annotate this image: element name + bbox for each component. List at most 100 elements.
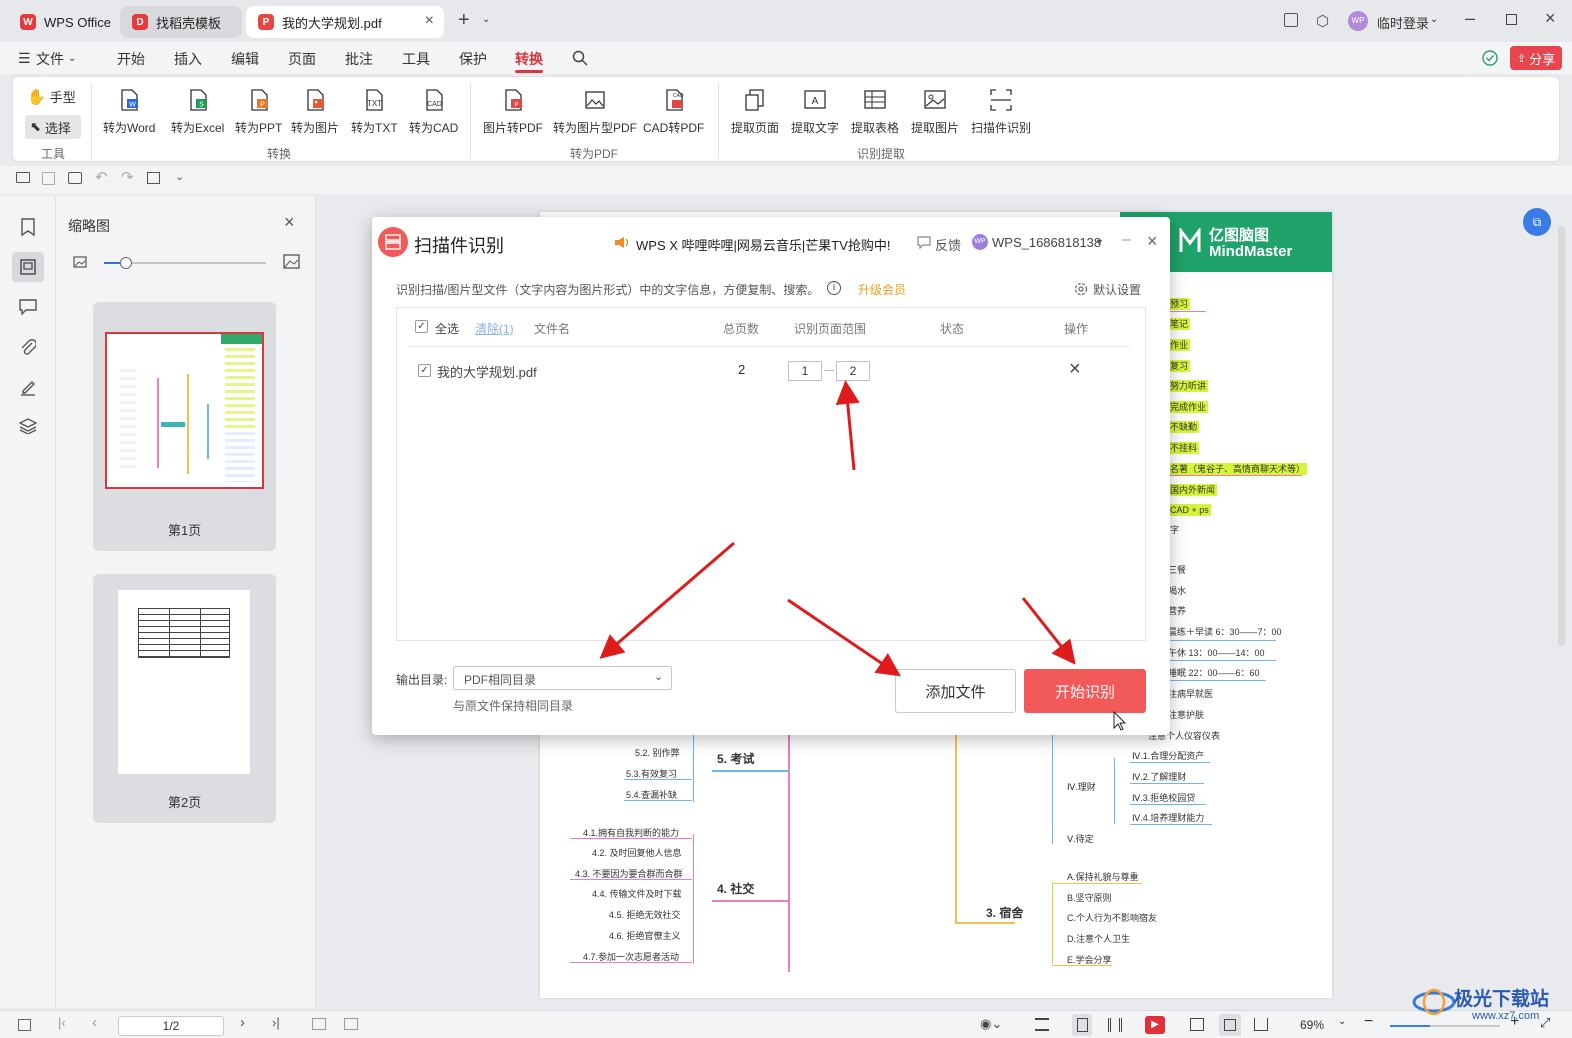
- signature-icon[interactable]: [20, 378, 36, 396]
- zoom-slider-handle[interactable]: [120, 257, 132, 269]
- extract-text-button[interactable]: A 提取文字: [791, 87, 839, 136]
- crop-icon[interactable]: [1254, 1018, 1268, 1031]
- menu-file[interactable]: 文件: [36, 49, 64, 69]
- thumbnail-page-2[interactable]: 第2页: [93, 574, 276, 823]
- share-button[interactable]: ⇪ 分享: [1510, 46, 1562, 70]
- info-icon[interactable]: i: [827, 281, 841, 295]
- extract-table-button[interactable]: 提取表格: [851, 87, 899, 136]
- user-name[interactable]: WPS_1686818138: [992, 235, 1101, 250]
- login-label[interactable]: 临时登录: [1377, 13, 1429, 32]
- vertical-scrollbar[interactable]: [1558, 226, 1565, 646]
- zoom-out-icon[interactable]: −: [1364, 1013, 1373, 1031]
- last-page-icon[interactable]: ›|: [272, 1015, 280, 1030]
- sidebar-layout-icon[interactable]: [1284, 13, 1298, 27]
- translate-float-icon[interactable]: ⧉: [1523, 208, 1551, 236]
- feedback-link[interactable]: 反馈: [935, 235, 961, 254]
- open-folder-icon[interactable]: [16, 172, 30, 183]
- search-icon[interactable]: [572, 50, 588, 66]
- to-ppt-button[interactable]: P 转为PPT: [235, 87, 282, 136]
- chevron-down-icon[interactable]: ⌄: [482, 14, 490, 25]
- sidebar-toggle-icon[interactable]: [18, 1019, 31, 1031]
- forward-icon[interactable]: [344, 1018, 358, 1030]
- menu-annotate[interactable]: 批注: [345, 49, 373, 69]
- chevron-down-icon[interactable]: ⌄: [175, 170, 184, 183]
- scan-recognition-button[interactable]: 扫描件识别: [971, 87, 1031, 136]
- eye-icon[interactable]: ◉⌄: [980, 1016, 1002, 1032]
- to-cad-button[interactable]: CAD 转为CAD: [409, 87, 458, 136]
- menu-protect[interactable]: 保护: [459, 49, 487, 69]
- comment-icon[interactable]: [19, 299, 37, 315]
- promo-banner[interactable]: WPS X 哔哩哔哩|网易云音乐|芒果TV抢购中!: [636, 235, 890, 254]
- clear-link[interactable]: 清除(1): [475, 320, 514, 337]
- format-icon[interactable]: [147, 172, 160, 184]
- hand-tool-button[interactable]: ✋ 手型: [27, 87, 76, 106]
- first-page-icon[interactable]: |‹: [58, 1015, 66, 1030]
- two-page-icon[interactable]: [1108, 1018, 1122, 1032]
- minimize-dialog-icon[interactable]: –: [1122, 231, 1131, 249]
- large-image-icon[interactable]: [283, 254, 300, 269]
- fit-width-icon[interactable]: [1035, 1018, 1049, 1031]
- minimize-icon[interactable]: –: [1465, 8, 1475, 29]
- extract-image-button[interactable]: 提取图片: [911, 87, 959, 136]
- tab-wps-office[interactable]: W WPS Office: [8, 6, 114, 38]
- remove-row-icon[interactable]: ×: [1069, 358, 1081, 381]
- cloud-sync-icon[interactable]: [1481, 49, 1499, 67]
- close-window-icon[interactable]: ×: [1545, 8, 1556, 29]
- close-tab-icon[interactable]: ×: [425, 12, 434, 30]
- select-tool-button[interactable]: ⬉ 选择: [25, 115, 81, 139]
- redo-icon[interactable]: ↷: [121, 168, 134, 186]
- attachment-icon[interactable]: [20, 338, 36, 356]
- hamburger-icon[interactable]: ☰: [18, 50, 31, 67]
- extract-pages-button[interactable]: 提取页面: [731, 87, 779, 136]
- bookmark-icon[interactable]: [20, 218, 36, 236]
- page-number-input[interactable]: 1/2: [118, 1016, 224, 1036]
- menu-edit[interactable]: 编辑: [231, 49, 259, 69]
- avatar[interactable]: WP: [1348, 11, 1368, 31]
- menu-start[interactable]: 开始: [117, 49, 145, 69]
- cad-to-pdf-button[interactable]: CAD CAD转PDF: [643, 87, 704, 136]
- menu-page[interactable]: 页面: [288, 49, 316, 69]
- to-txt-button[interactable]: TXT 转为TXT: [351, 87, 398, 136]
- next-page-icon[interactable]: ›: [240, 1014, 245, 1031]
- image-to-pdf-button[interactable]: P 图片转PDF: [483, 87, 543, 136]
- menu-tools[interactable]: 工具: [402, 49, 430, 69]
- tab-template[interactable]: D 找稻壳模板: [120, 6, 242, 38]
- select-all-checkbox[interactable]: ✓: [415, 320, 428, 333]
- thumbnail-page-1[interactable]: 第1页: [93, 302, 276, 551]
- reading-mode-icon[interactable]: [1190, 1018, 1204, 1031]
- small-image-icon[interactable]: [73, 256, 87, 268]
- new-tab-icon[interactable]: +: [458, 9, 470, 32]
- row-checkbox[interactable]: ✓: [418, 364, 431, 377]
- tab-document[interactable]: P 我的大学规划.pdf ×: [246, 6, 444, 38]
- upgrade-link[interactable]: 升级会员: [858, 281, 906, 298]
- menu-convert[interactable]: 转换: [515, 49, 543, 69]
- back-icon[interactable]: [312, 1018, 326, 1030]
- add-file-button[interactable]: 添加文件: [895, 669, 1016, 713]
- chevron-down-icon[interactable]: ⌄: [1338, 1016, 1346, 1027]
- maximize-icon[interactable]: [1506, 14, 1517, 25]
- print-icon[interactable]: [68, 172, 82, 184]
- thumbnail-toggle[interactable]: [12, 252, 44, 282]
- menu-insert[interactable]: 插入: [174, 49, 202, 69]
- to-excel-button[interactable]: S 转为Excel: [171, 87, 224, 136]
- play-icon[interactable]: ▶: [1145, 1016, 1165, 1034]
- zoom-level[interactable]: 69%: [1300, 1018, 1324, 1032]
- select-all-label[interactable]: 全选: [435, 320, 459, 337]
- save-icon[interactable]: [42, 172, 55, 185]
- to-image-button[interactable]: 转为图片: [291, 87, 339, 136]
- default-settings-link[interactable]: 默认设置: [1093, 281, 1141, 298]
- to-word-button[interactable]: W 转为Word: [103, 87, 155, 136]
- close-dialog-icon[interactable]: ×: [1147, 231, 1158, 252]
- output-directory-select[interactable]: PDF相同目录 ⌄: [453, 666, 672, 690]
- to-image-pdf-button[interactable]: 转为图片型PDF: [553, 87, 637, 136]
- undo-icon[interactable]: ↶: [95, 168, 108, 186]
- range-from-input[interactable]: 1: [788, 361, 822, 381]
- range-to-input[interactable]: 2: [836, 361, 870, 381]
- table-row[interactable]: ✓ 我的大学规划.pdf 2 1 2 ×: [397, 352, 1145, 388]
- layers-icon[interactable]: [19, 418, 37, 434]
- cube-icon[interactable]: ⬡: [1316, 12, 1329, 30]
- caret-down-icon[interactable]: ▼: [1095, 237, 1104, 247]
- close-panel-icon[interactable]: ×: [284, 212, 295, 233]
- prev-page-icon[interactable]: ‹: [92, 1014, 97, 1031]
- start-recognition-button[interactable]: 开始识别: [1024, 669, 1146, 713]
